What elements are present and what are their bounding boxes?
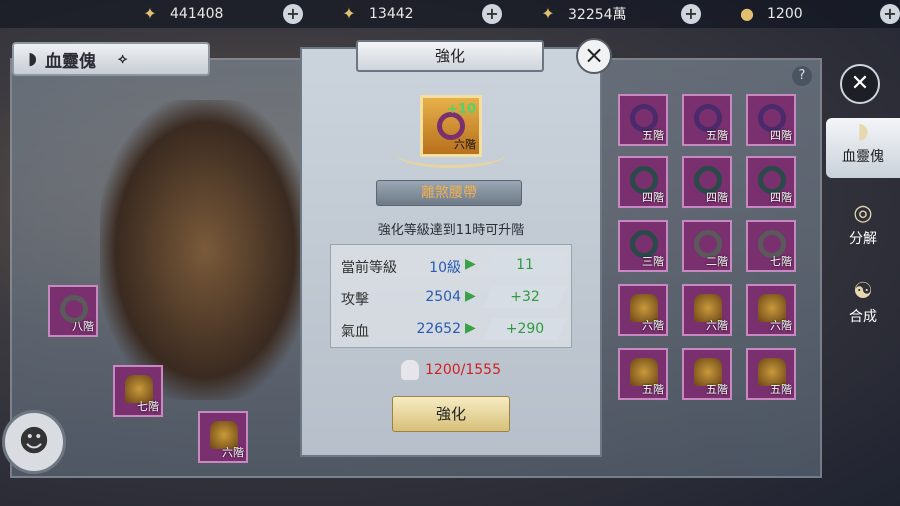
stat-label: 當前等級: [341, 260, 397, 276]
cost-value: 1200/1555: [425, 362, 501, 378]
hero-portrait: [100, 100, 310, 400]
tab-blood-puppet[interactable]: ◗ 血靈傀: [826, 118, 900, 178]
equipped-slot-mask[interactable]: 八階: [48, 285, 98, 337]
resource-value: 32254萬: [568, 7, 627, 23]
equipped-slot-helmet[interactable]: 六階: [198, 411, 248, 463]
silver-icon: ✦: [541, 4, 555, 23]
arrow-right-icon: ▶: [465, 288, 476, 304]
resource-value: 1200: [767, 6, 803, 22]
tab-label: 分解: [849, 231, 877, 247]
pouch-icon: ●: [740, 4, 754, 23]
inventory-item[interactable]: 五階: [682, 348, 732, 400]
item-level: 五階: [642, 383, 664, 396]
inventory-item[interactable]: 四階: [746, 156, 796, 208]
inventory-item[interactable]: 四階: [618, 156, 668, 208]
blood-drop-icon: ◗: [28, 49, 37, 69]
player-avatar[interactable]: ☻: [2, 410, 66, 474]
resource-gold-coins: ✦ 13442 +: [339, 4, 502, 24]
add-gold-ingot-button[interactable]: +: [283, 4, 303, 24]
inventory-item[interactable]: 六階: [682, 284, 732, 336]
stat-label: 氣血: [341, 324, 369, 340]
stat-row-hp: 氣血 22652 ▶ +290: [331, 316, 573, 344]
item-level: 二階: [706, 255, 728, 268]
inventory-item[interactable]: 六階: [746, 284, 796, 336]
stat-next: +290: [483, 318, 567, 340]
arrow-right-icon: ▶: [465, 256, 476, 272]
resource-gold-ingot: ✦ 441408 +: [140, 4, 303, 24]
horn-ornament: [396, 140, 506, 168]
inventory-item[interactable]: 五階: [618, 348, 668, 400]
stat-next: 11: [483, 254, 567, 276]
resource-pouch: ● 1200 +: [737, 4, 900, 24]
resource-value: 13442: [369, 6, 414, 22]
equipped-slot-armor[interactable]: 七階: [113, 365, 163, 417]
resource-silver: ✦ 32254萬 +: [538, 4, 701, 24]
inventory-item[interactable]: 五階: [618, 94, 668, 146]
item-level: 六階: [222, 446, 244, 459]
item-level: 三階: [642, 255, 664, 268]
stat-current: 10級: [429, 260, 461, 276]
upgrade-hint: 強化等級達到11時可升階: [377, 223, 525, 238]
close-panel-button[interactable]: ✕: [840, 64, 880, 104]
stats-table: 當前等級 10級 ▶ 11 攻擊 2504 ▶ +32 氣血 22652 ▶ +…: [330, 244, 572, 348]
panel-title: 血靈傀: [44, 51, 96, 72]
item-level: 五階: [706, 383, 728, 396]
stat-current: 22652: [416, 321, 461, 337]
enhance-cost: 1200/1555: [300, 360, 602, 380]
item-level: 五階: [706, 129, 728, 142]
constellation-icon: ⟡: [117, 51, 128, 67]
item-level: 四階: [706, 191, 728, 204]
add-pouch-button[interactable]: +: [880, 4, 900, 24]
close-dialog-button[interactable]: ×: [576, 38, 612, 74]
item-level: 七階: [137, 400, 159, 413]
inventory-item[interactable]: 五階: [682, 94, 732, 146]
tab-synthesize[interactable]: ☯ 合成: [826, 278, 900, 338]
tab-decompose[interactable]: ◎ 分解: [826, 200, 900, 260]
synthesize-icon: ☯: [853, 279, 873, 304]
stat-current: 2504: [425, 289, 461, 305]
inventory-item[interactable]: 五階: [746, 348, 796, 400]
add-gold-coins-button[interactable]: +: [482, 4, 502, 24]
arrow-right-icon: ▶: [465, 320, 476, 336]
help-icon[interactable]: ?: [792, 66, 812, 86]
stat-label: 攻擊: [341, 292, 369, 308]
gold-coins-icon: ✦: [342, 4, 356, 23]
stat-row-level: 當前等級 10級 ▶ 11: [331, 252, 573, 280]
item-level: 五階: [642, 129, 664, 142]
panel-title-tab: ◗ 血靈傀 ⟡: [12, 42, 210, 76]
enhance-button[interactable]: 強化: [392, 396, 510, 432]
tab-label: 合成: [849, 309, 877, 325]
item-level: 八階: [72, 320, 94, 333]
item-level: 七階: [770, 255, 792, 268]
inventory-item[interactable]: 七階: [746, 220, 796, 272]
enhance-level: +10: [447, 102, 476, 117]
item-level: 四階: [642, 191, 664, 204]
item-level: 四階: [770, 129, 792, 142]
blood-puppet-icon: ◗: [857, 119, 869, 144]
inventory-item[interactable]: 四階: [682, 156, 732, 208]
inventory-item[interactable]: 二階: [682, 220, 732, 272]
resource-bar: ✦ 441408 + ✦ 13442 + ✦ 32254萬 + ● 1200 +: [0, 0, 900, 28]
inventory-item[interactable]: 三階: [618, 220, 668, 272]
decompose-icon: ◎: [853, 201, 873, 226]
resource-value: 441408: [170, 6, 224, 22]
item-level: 五階: [770, 383, 792, 396]
mask-material-icon: [401, 360, 419, 380]
item-level: 四階: [770, 191, 792, 204]
stat-row-attack: 攻擊 2504 ▶ +32: [331, 284, 573, 312]
stat-next: +32: [483, 286, 567, 308]
dialog-title: 強化: [356, 40, 544, 72]
item-level: 六階: [706, 319, 728, 332]
inventory-item[interactable]: 六階: [618, 284, 668, 336]
item-level: 六階: [642, 319, 664, 332]
item-name: 離煞腰帶: [376, 180, 522, 206]
inventory-item[interactable]: 四階: [746, 94, 796, 146]
tab-label: 血靈傀: [842, 149, 884, 165]
add-silver-button[interactable]: +: [681, 4, 701, 24]
gold-ingot-icon: ✦: [143, 4, 157, 23]
item-level: 六階: [770, 319, 792, 332]
